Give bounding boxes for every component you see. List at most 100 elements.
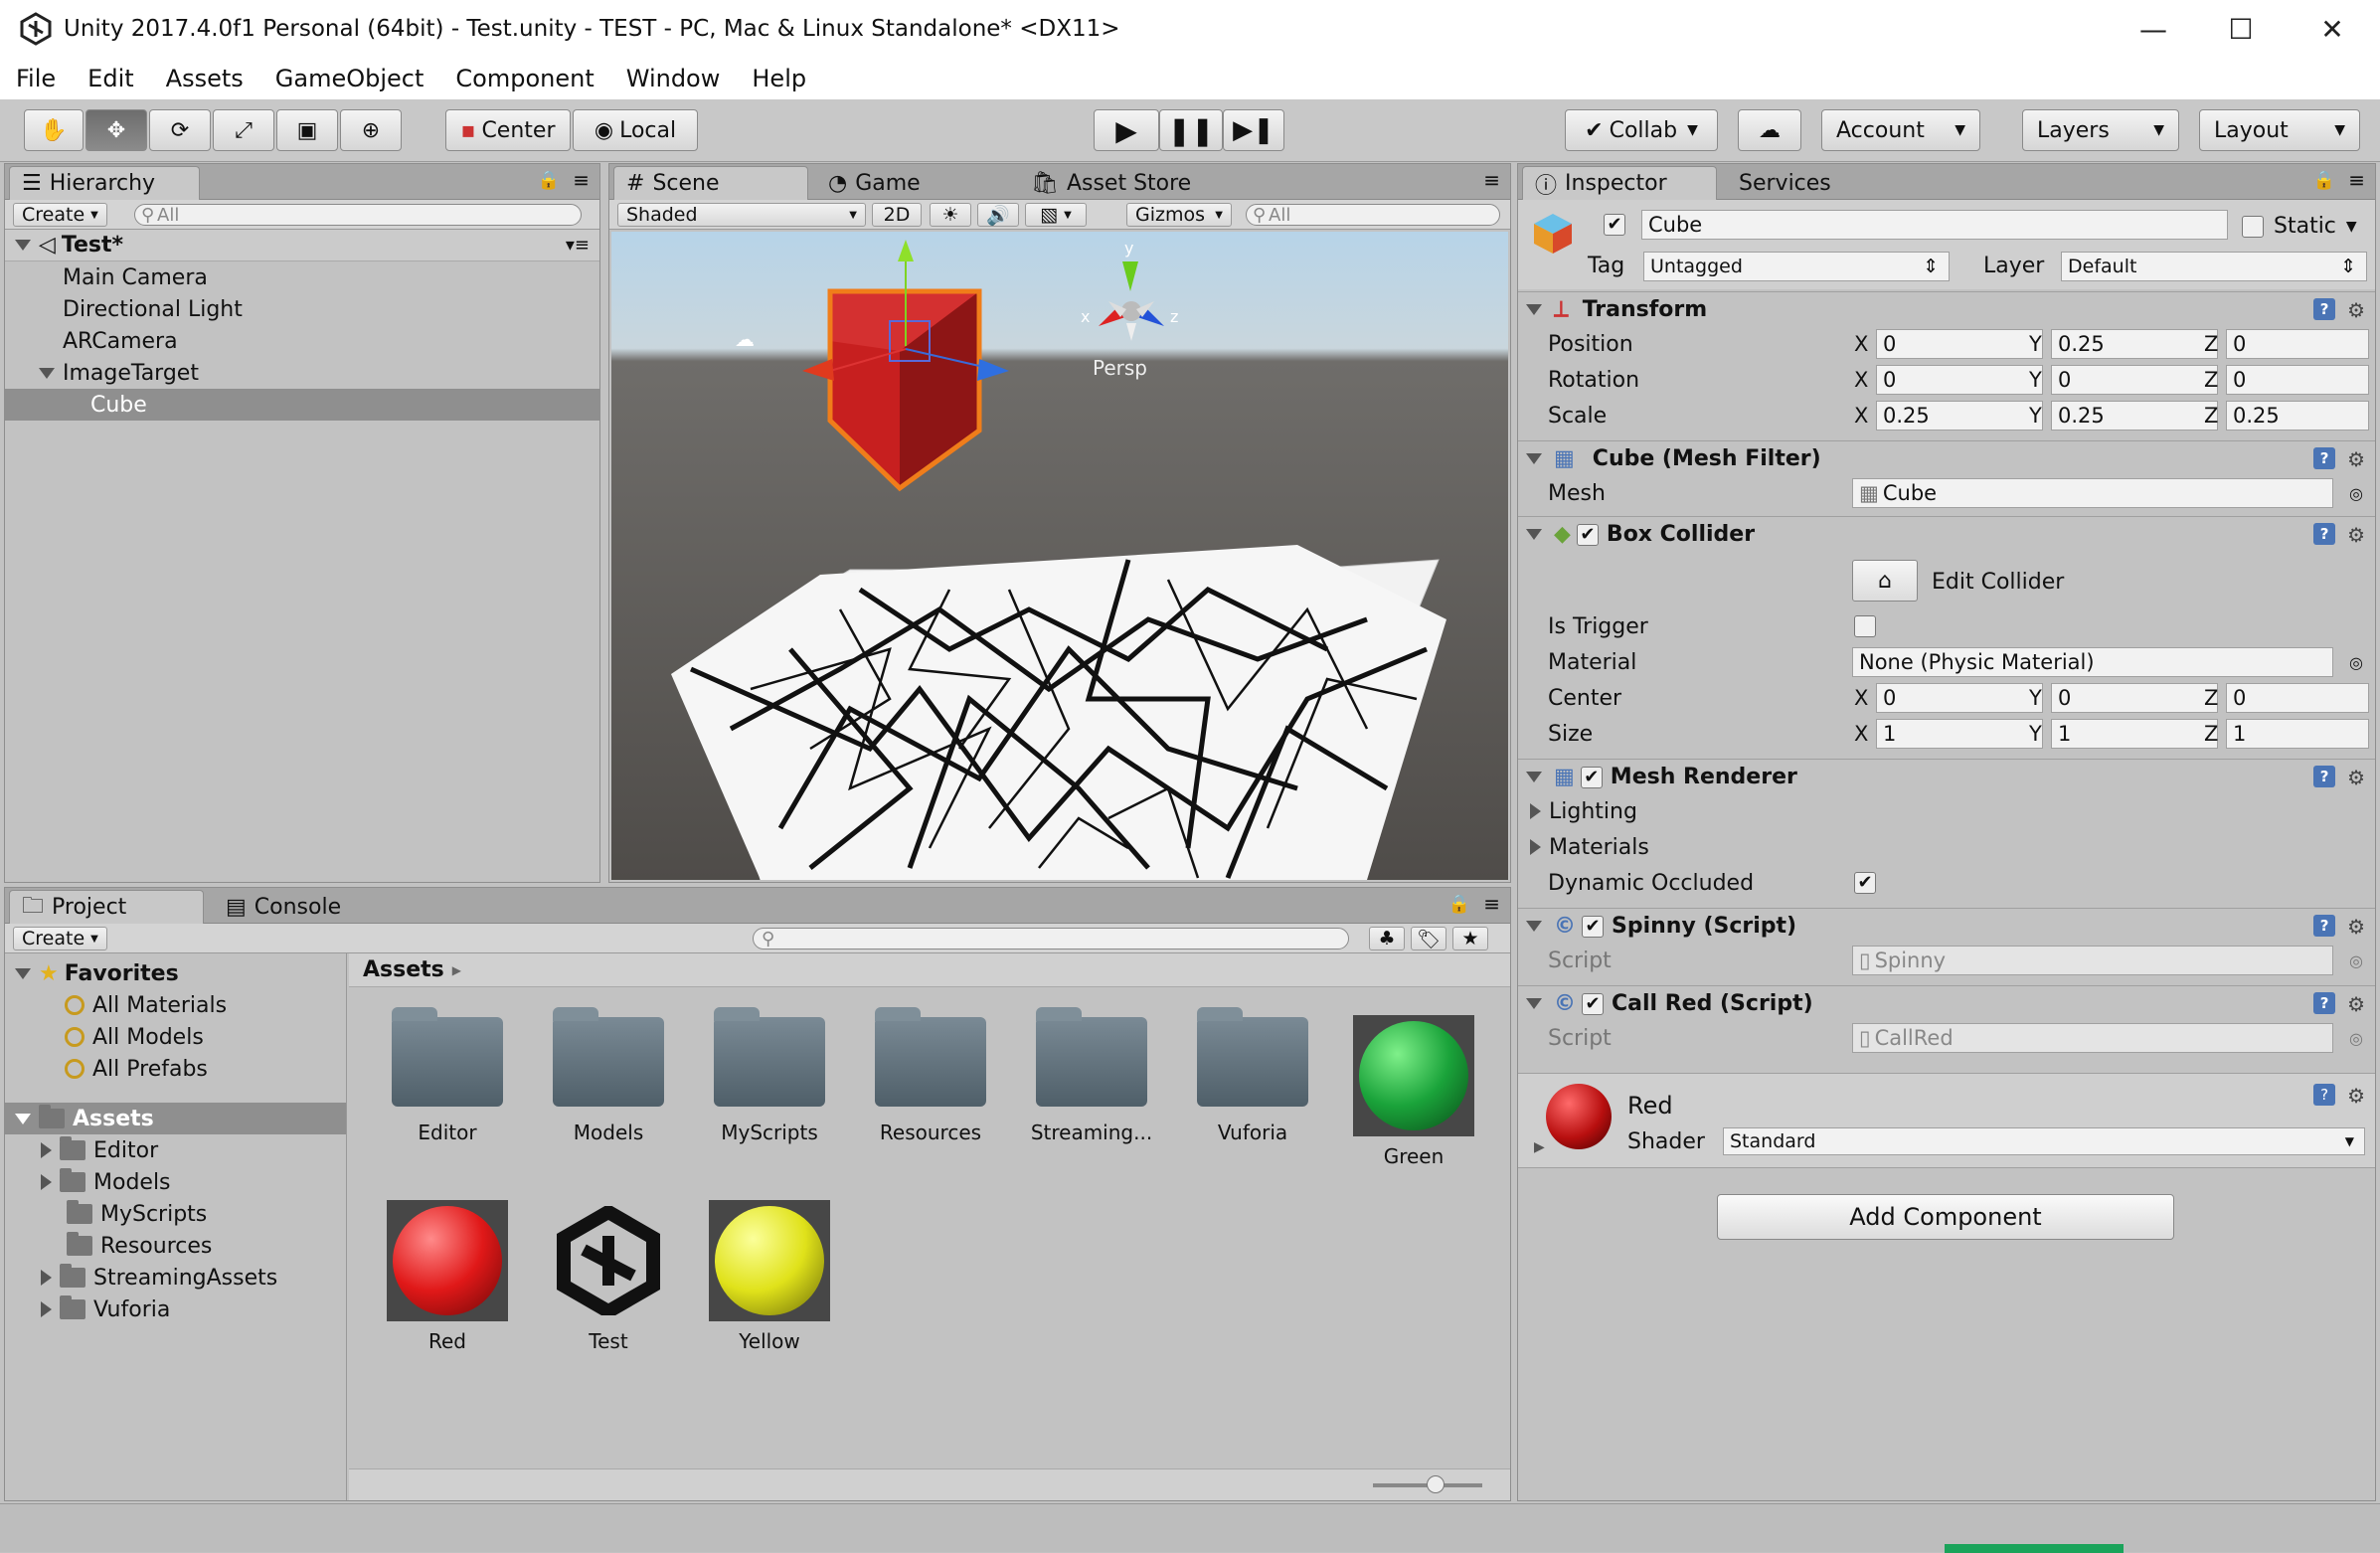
materials-foldout[interactable]: Materials — [1518, 830, 2375, 864]
scene-view-graphic[interactable]: ☁ y x z Persp — [611, 232, 1508, 880]
menu-help[interactable]: Help — [736, 65, 822, 92]
tab-asset-store[interactable]: 🛍 Asset Store — [1019, 166, 1218, 200]
help-book-icon[interactable]: ? — [2313, 765, 2336, 787]
tab-game[interactable]: ◔ Game — [816, 166, 945, 200]
position-y-field[interactable]: 0.25 — [2051, 329, 2218, 359]
edit-collider-button[interactable]: ⌂ — [1852, 560, 1918, 602]
hierarchy-item-cube[interactable]: Cube — [5, 389, 599, 421]
breadcrumb-assets[interactable]: Assets — [363, 957, 444, 982]
physic-material-field[interactable]: None (Physic Material) — [1852, 647, 2333, 677]
help-book-icon[interactable]: ? — [2313, 446, 2336, 469]
scale-x-field[interactable]: 0.25 — [1876, 401, 2043, 431]
asset-material-red[interactable]: Red — [383, 1200, 512, 1353]
tree-folder-editor[interactable]: Editor — [5, 1134, 346, 1166]
add-component-button[interactable]: Add Component — [1717, 1194, 2174, 1240]
step-button[interactable]: ▶❚ — [1223, 109, 1284, 151]
scale-y-field[interactable]: 0.25 — [2051, 401, 2218, 431]
play-button[interactable]: ▶ — [1094, 109, 1159, 151]
fav-all-materials[interactable]: All Materials — [5, 989, 346, 1021]
shading-dropdown[interactable]: Shaded ▼ — [617, 203, 866, 227]
tab-hierarchy[interactable]: ☰ Hierarchy — [9, 166, 200, 200]
menu-gameobject[interactable]: GameObject — [259, 65, 440, 92]
collapse-arrow-icon[interactable] — [1526, 529, 1542, 540]
asset-folder-myscripts[interactable]: MyScripts — [705, 1007, 834, 1144]
is-trigger-checkbox[interactable] — [1854, 615, 1876, 637]
size-x-field[interactable]: 1 — [1876, 719, 2043, 749]
gear-icon[interactable]: ⚙ — [2347, 298, 2365, 322]
rotation-y-field[interactable]: 0 — [2051, 365, 2218, 395]
shader-dropdown[interactable]: Standard ▼ — [1723, 1127, 2365, 1155]
gear-icon[interactable]: ⚙ — [2347, 523, 2365, 547]
menu-assets[interactable]: Assets — [150, 65, 259, 92]
expand-arrow-icon[interactable] — [39, 367, 55, 379]
help-book-icon[interactable]: ? — [2313, 991, 2336, 1014]
expand-arrow-icon[interactable] — [15, 240, 31, 251]
cloud-button[interactable]: ☁ — [1738, 109, 1801, 151]
tree-folder-models[interactable]: Models — [5, 1166, 346, 1198]
mesh-field[interactable]: ▦ Cube — [1852, 478, 2333, 508]
layers-dropdown[interactable]: Layers ▼ — [2022, 109, 2179, 151]
rotation-x-field[interactable]: 0 — [1876, 365, 2043, 395]
hand-tool-button[interactable]: ✋ — [24, 109, 84, 151]
panel-menu-icon[interactable]: ≡ — [573, 168, 590, 192]
icon-size-slider-handle[interactable] — [1427, 1475, 1445, 1493]
tab-inspector[interactable]: ⓘ Inspector — [1522, 166, 1717, 200]
gizmos-dropdown[interactable]: Gizmos ▼ — [1126, 203, 1232, 227]
static-checkbox[interactable] — [2242, 215, 2264, 238]
scale-tool-button[interactable]: ⤢ — [213, 109, 274, 151]
dynamic-occluded-checkbox[interactable]: ✔ — [1854, 872, 1876, 894]
asset-folder-vuforia[interactable]: Vuforia — [1188, 1007, 1317, 1144]
fav-all-models[interactable]: All Models — [5, 1021, 346, 1053]
project-search-input[interactable]: ⚲ — [753, 928, 1349, 949]
move-tool-button[interactable]: ✥ — [85, 109, 147, 151]
asset-scene-test[interactable]: Test — [544, 1200, 673, 1353]
gear-icon[interactable]: ⚙ — [2347, 1084, 2365, 1108]
scene-root-row[interactable]: ◁ Test* ▾≡ — [5, 230, 599, 261]
lighting-foldout[interactable]: Lighting — [1518, 794, 2375, 828]
expand-arrow-icon[interactable] — [1530, 839, 1541, 855]
menu-component[interactable]: Component — [439, 65, 609, 92]
active-checkbox[interactable]: ✔ — [1604, 214, 1625, 236]
expand-arrow-icon[interactable] — [15, 967, 31, 979]
mesh-filter-header[interactable]: ▦ Cube (Mesh Filter) ? ⚙ — [1518, 440, 2375, 476]
lock-icon[interactable]: 🔒 — [1448, 894, 1470, 915]
help-book-icon[interactable]: ? — [2313, 1084, 2336, 1106]
size-z-field[interactable]: 1 — [2226, 719, 2369, 749]
collapse-arrow-icon[interactable] — [1526, 304, 1542, 315]
close-button[interactable]: ✕ — [2285, 0, 2380, 58]
menu-edit[interactable]: Edit — [72, 65, 149, 92]
rect-tool-button[interactable]: ▣ — [276, 109, 338, 151]
tree-folder-myscripts[interactable]: MyScripts — [5, 1198, 346, 1230]
filter-by-type-button[interactable]: ♣ — [1369, 927, 1405, 950]
asset-folder-models[interactable]: Models — [544, 1007, 673, 1144]
light-icon[interactable]: ☁ — [735, 327, 755, 351]
pivot-local-button[interactable]: ◉ Local — [573, 109, 698, 151]
layout-dropdown[interactable]: Layout ▼ — [2199, 109, 2360, 151]
object-name-field[interactable]: Cube — [1641, 210, 2228, 240]
effects-dropdown[interactable]: ▧ ▼ — [1025, 203, 1087, 227]
transform-header[interactable]: ⟂ Transform ? ⚙ — [1518, 291, 2375, 327]
fav-all-prefabs[interactable]: All Prefabs — [5, 1053, 346, 1085]
size-y-field[interactable]: 1 — [2051, 719, 2218, 749]
asset-folder-streaming[interactable]: Streaming... — [1027, 1007, 1156, 1144]
lock-icon[interactable]: 🔒 — [2313, 170, 2335, 191]
lighting-toggle[interactable]: ☀ — [930, 203, 971, 227]
favorite-button[interactable]: ★ — [1452, 927, 1488, 950]
hierarchy-create-button[interactable]: Create ▼ — [13, 203, 107, 227]
panel-menu-icon[interactable]: ≡ — [1483, 892, 1500, 916]
box-collider-header[interactable]: ◆ ✔ Box Collider ? ⚙ — [1518, 516, 2375, 552]
filter-by-label-button[interactable]: 🏷 — [1411, 927, 1446, 950]
hierarchy-item-main-camera[interactable]: Main Camera — [5, 261, 599, 293]
tab-console[interactable]: ▤ Console — [214, 890, 373, 924]
tab-project[interactable]: 🗀 Project — [9, 890, 204, 924]
collapse-arrow-icon[interactable] — [1526, 453, 1542, 464]
maximize-button[interactable]: ☐ — [2193, 0, 2289, 58]
expand-arrow-icon[interactable] — [41, 1301, 52, 1317]
expand-arrow-icon[interactable]: ▶ — [1534, 1139, 1545, 1155]
tree-folder-streamingassets[interactable]: StreamingAssets — [5, 1262, 346, 1294]
panel-menu-icon[interactable]: ≡ — [2348, 168, 2365, 192]
help-book-icon[interactable]: ? — [2313, 297, 2336, 320]
collapse-arrow-icon[interactable] — [1526, 921, 1542, 932]
gear-icon[interactable]: ⚙ — [2347, 915, 2365, 939]
expand-arrow-icon[interactable] — [1530, 803, 1541, 819]
